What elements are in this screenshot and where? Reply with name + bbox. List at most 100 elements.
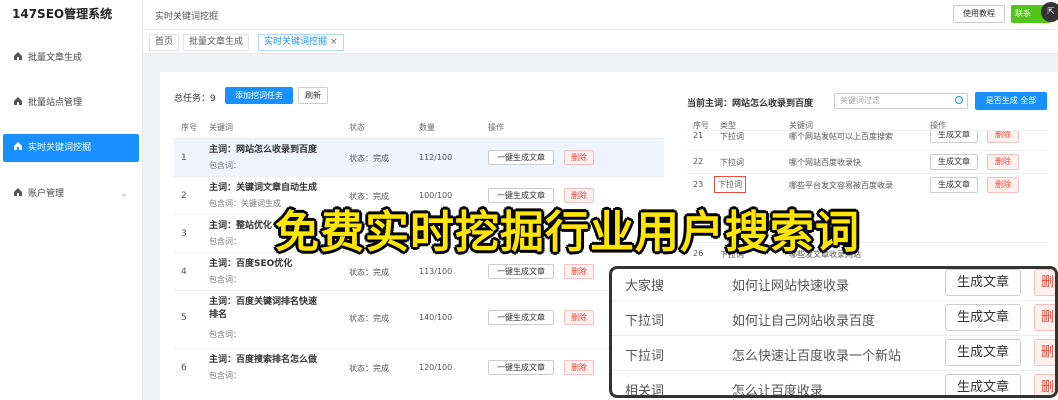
home-icon [14,188,22,196]
generate-article-button[interactable]: 一键生成文章 [488,360,554,375]
row-status: 状态：完成 [349,154,389,163]
generate-article-button[interactable]: 一键生成文章 [488,264,554,279]
help-button[interactable]: 使用教程 [953,5,1005,23]
brand-title: 147SEO管理系统 [12,7,113,21]
keyword-text: 哪个网站百度收录快 [789,158,861,167]
row-sub-keyword: 包含词： [209,330,241,339]
keyword-no: 23 [693,180,704,189]
sidebar-item-label: 实时关键词挖掘 [28,143,92,153]
zoom-type: 相关词 [625,384,665,398]
row-index: 1 [181,153,187,163]
close-icon[interactable]: × [330,37,338,47]
row-index: 2 [181,191,187,201]
delete-button[interactable]: 删 [1034,374,1055,395]
row-sub-keyword: 包含词： [209,161,241,170]
zoom-keyword: 怎么快速让百度收录一个新站 [732,349,902,364]
col-status: 状态 [349,123,365,132]
tab-label: 实时关键词挖掘 [264,37,328,47]
generate-article-button[interactable]: 生成文章 [930,177,978,193]
generate-article-button[interactable]: 生成文章 [930,131,978,143]
row-sub-keyword: 包含词： [209,275,241,284]
search-placeholder: 关键词过滤 [840,96,880,105]
delete-button[interactable]: 删除 [564,360,594,375]
row-quantity: 140/100 [419,313,453,322]
total-tasks: 总任务：9 [174,94,216,104]
sidebar-item-label: 批量站点管理 [28,98,83,108]
add-task-button[interactable]: 添加挖词任务 [225,87,293,104]
delete-button[interactable]: 删除 [564,264,594,279]
keyword-no: 21 [693,131,704,140]
row-main-keyword: 主词：关键词文章自动生成 [209,183,318,193]
row-main-keyword: 主词：网站怎么收录到百度 [209,145,318,155]
generate-article-button[interactable]: 生成文章 [930,154,978,170]
generate-article-button[interactable]: 生成文章 [945,339,1021,366]
tab-keyword-mining[interactable]: 实时关键词挖掘 × [258,34,344,51]
home-icon [14,97,22,105]
breadcrumb: 实时关键词挖掘 [155,12,219,22]
zoom-row[interactable]: 下拉词 如何让自己网站收录百度 生成文章 删 [612,300,1055,334]
generate-article-button[interactable]: 一键生成文章 [488,310,554,325]
delete-button[interactable]: 删除 [564,310,594,325]
home-icon [14,142,22,150]
home-icon [14,52,22,60]
zoom-type: 下拉词 [625,314,665,329]
zoom-type: 大家搜 [625,279,665,294]
row-index: 3 [181,229,187,239]
topbar: 实时关键词挖掘 使用教程 联系 ⇱ [143,0,1058,30]
delete-button[interactable]: 删除 [564,150,594,165]
zoom-row[interactable]: 下拉词 怎么快速让百度收录一个新站 生成文章 删 [612,335,1055,369]
row-sub-keyword: 包含词： [209,237,241,246]
delete-button[interactable]: 删除 [987,131,1019,143]
row-status: 状态：完成 [349,314,389,323]
zoom-row[interactable]: 相关词 怎么让百度收录 生成文章 删 [612,370,1055,398]
delete-button[interactable]: 删 [1034,269,1055,296]
row-main-keyword: 主词：百度搜索排名怎么做 [209,355,318,365]
tab-home[interactable]: 首页 [149,34,180,51]
generate-article-button[interactable]: 生成文章 [945,374,1021,395]
sidebar-item-batch-articles[interactable]: 批量文章生成 [3,44,139,72]
keyword-type: 下拉词 [720,132,744,141]
zoom-row[interactable]: 大家搜 如何让网站快速收录 生成文章 删 [612,269,1055,300]
row-index: 4 [181,267,187,277]
keyword-row[interactable]: 22 下拉词 哪个网站百度收录快 生成文章 删除 [687,150,1047,172]
delete-button[interactable]: 删 [1034,339,1055,366]
col-quantity: 数量 [419,123,435,132]
row-quantity: 112/100 [419,153,453,162]
generate-all-button[interactable]: 是否生成 全部 [975,92,1047,110]
keyword-filter-input[interactable]: 关键词过滤 [834,93,968,109]
tab-label: 批量文章生成 [189,37,244,47]
keyword-type: 下拉词 [714,176,746,193]
keyword-row[interactable]: 21 下拉词 哪个网站发帖可以上百度搜索 生成文章 删除 [687,130,1047,146]
task-table-header: 序号 关键词 状态 数量 操作 [174,120,664,138]
generate-article-button[interactable]: 生成文章 [945,304,1021,331]
col-actions: 操作 [488,123,504,132]
current-main-keyword: 当前主词：网站怎么收录到百度 [687,99,814,109]
table-row[interactable]: 6 主词：百度搜索排名怎么做 包含词： 状态：完成 120/100 一键生成文章… [174,348,664,386]
keyword-row[interactable]: 23 下拉词 哪些平台发文容易被百度收录 生成文章 删除 [687,173,1047,195]
delete-button[interactable]: 删 [1034,304,1055,331]
sidebar-item-batch-sites[interactable]: 批量站点管理 [3,89,139,117]
keyword-text: 哪些平台发文容易被百度收录 [789,181,893,190]
row-quantity: 113/100 [419,267,453,276]
tab-label: 首页 [155,37,174,47]
sidebar-item-label: 账户管理 [28,189,65,199]
generate-article-button[interactable]: 一键生成文章 [488,150,554,165]
search-icon[interactable] [955,96,963,104]
table-row[interactable]: 1 主词：网站怎么收录到百度 包含词： 状态：完成 112/100 一键生成文章… [174,138,664,176]
row-status: 状态：完成 [349,364,389,373]
row-index: 5 [181,313,187,323]
delete-button[interactable]: 删除 [987,154,1019,170]
generate-article-button[interactable]: 生成文章 [945,269,1021,296]
row-main-keyword: 主词：百度关键词排名快速排名 [209,297,318,320]
row-sub-keyword: 包含词： [209,371,241,380]
refresh-button[interactable]: 刷新 [298,87,328,104]
row-quantity: 120/100 [419,363,453,372]
table-row[interactable]: 5 主词：百度关键词排名快速排名 包含词： 状态：完成 140/100 一键生成… [174,290,664,348]
sidebar-item-account[interactable]: 账户管理 ⌄ [3,180,139,208]
delete-button[interactable]: 删除 [987,177,1019,193]
tab-batch-articles[interactable]: 批量文章生成 [183,34,250,51]
sidebar-item-keyword-mining[interactable]: 实时关键词挖掘 [3,134,139,162]
row-index: 6 [181,363,187,373]
zoom-callout: 大家搜 如何让网站快速收录 生成文章 删 下拉词 如何让自己网站收录百度 生成文… [609,266,1058,398]
expand-icon[interactable]: ⇱ [1041,2,1058,22]
